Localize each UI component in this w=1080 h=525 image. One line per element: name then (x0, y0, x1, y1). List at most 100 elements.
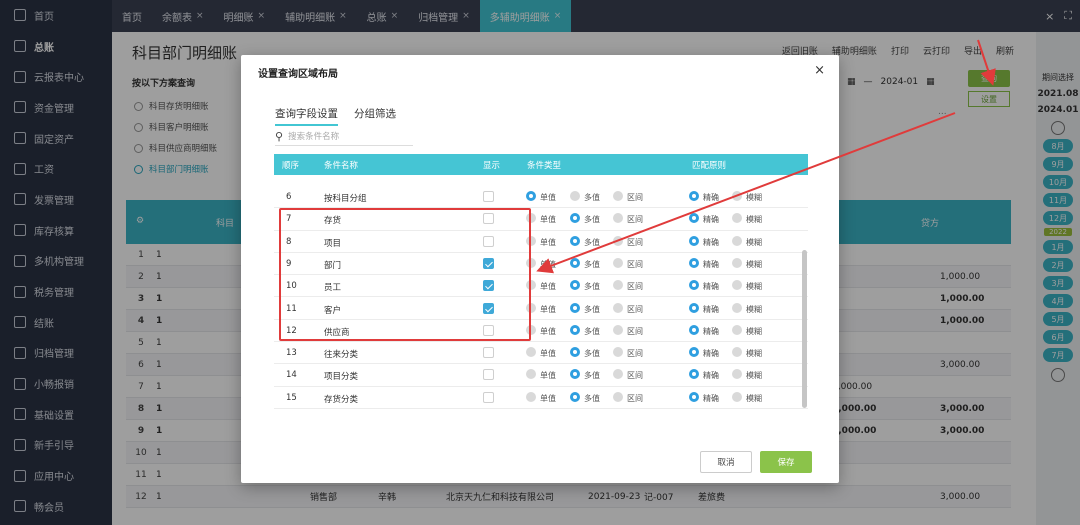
type-multi-label: 多值 (584, 304, 600, 314)
match-exact-label: 精确 (703, 193, 719, 202)
type-range-radio[interactable] (613, 280, 623, 291)
fields-table-header: 顺序 条件名称 显示 条件类型 匹配原则 (274, 154, 808, 175)
match-fuzzy-label: 模糊 (746, 237, 762, 247)
type-single-radio[interactable] (526, 191, 536, 201)
type-range-label: 区间 (627, 193, 643, 202)
type-multi-radio[interactable] (570, 324, 580, 335)
search-icon: ⚲ (275, 129, 284, 143)
show-checkbox[interactable] (483, 347, 494, 359)
type-range-label: 区间 (627, 259, 643, 269)
type-range-radio[interactable] (613, 257, 623, 268)
annotation-highlight-box (279, 208, 531, 341)
search-input[interactable]: ⚲ 搜索条件名称 (275, 127, 413, 146)
type-single-label: 单值 (540, 304, 556, 314)
match-fuzzy-radio[interactable] (732, 391, 742, 402)
type-multi-radio[interactable] (570, 280, 580, 291)
field-order: 13 (286, 348, 297, 359)
match-fuzzy-label: 模糊 (746, 282, 762, 292)
type-multi-label: 多值 (584, 237, 600, 247)
save-button[interactable]: 保存 (760, 451, 812, 473)
type-range-radio[interactable] (613, 191, 623, 201)
match-fuzzy-label: 模糊 (746, 349, 762, 359)
field-name: 项目分类 (324, 372, 359, 383)
match-fuzzy-radio[interactable] (732, 213, 742, 224)
match-exact-radio[interactable] (689, 324, 699, 335)
field-name: 按科目分组 (324, 194, 367, 204)
type-range-radio[interactable] (613, 213, 623, 224)
match-exact-label: 精确 (703, 215, 719, 225)
type-multi-radio[interactable] (570, 302, 580, 313)
tab-query-fields[interactable]: 查询字段设置 (275, 106, 338, 126)
type-range-radio[interactable] (613, 347, 623, 358)
match-exact-radio[interactable] (689, 235, 699, 246)
match-exact-radio[interactable] (689, 257, 699, 268)
type-single-radio[interactable] (526, 369, 536, 380)
match-fuzzy-radio[interactable] (732, 369, 742, 380)
match-fuzzy-radio[interactable] (732, 257, 742, 268)
match-fuzzy-label: 模糊 (746, 215, 762, 225)
type-multi-radio[interactable] (570, 369, 580, 380)
match-fuzzy-radio[interactable] (732, 347, 742, 358)
match-exact-radio[interactable] (689, 302, 699, 313)
type-single-label: 单值 (540, 215, 556, 225)
field-row: 13 往来分类 单值 多值 区间 精确 模糊 (274, 342, 808, 365)
type-single-label: 单值 (540, 259, 556, 269)
match-exact-label: 精确 (703, 282, 719, 292)
field-row: 14 项目分类 单值 多值 区间 精确 模糊 (274, 364, 808, 387)
type-single-label: 单值 (540, 237, 556, 247)
show-checkbox[interactable] (483, 369, 494, 381)
field-order: 14 (286, 370, 297, 381)
match-fuzzy-radio[interactable] (732, 235, 742, 246)
scrollbar[interactable] (802, 250, 807, 408)
type-single-label: 单值 (540, 193, 556, 202)
type-multi-label: 多值 (584, 371, 600, 381)
type-multi-label: 多值 (584, 326, 600, 336)
type-range-label: 区间 (627, 393, 643, 403)
type-multi-label: 多值 (584, 282, 600, 292)
type-multi-label: 多值 (584, 215, 600, 225)
match-exact-radio[interactable] (689, 280, 699, 291)
type-range-label: 区间 (627, 349, 643, 359)
match-exact-label: 精确 (703, 371, 719, 381)
show-checkbox[interactable] (483, 391, 494, 403)
type-multi-radio[interactable] (570, 347, 580, 358)
field-order: 15 (286, 392, 297, 403)
match-exact-radio[interactable] (689, 347, 699, 358)
type-single-label: 单值 (540, 326, 556, 336)
match-exact-radio[interactable] (689, 213, 699, 224)
type-single-radio[interactable] (526, 391, 536, 402)
match-fuzzy-radio[interactable] (732, 324, 742, 335)
match-exact-radio[interactable] (689, 191, 699, 201)
close-icon[interactable]: × (814, 63, 825, 78)
type-multi-radio[interactable] (570, 235, 580, 246)
match-exact-label: 精确 (703, 349, 719, 359)
type-multi-label: 多值 (584, 393, 600, 403)
match-fuzzy-label: 模糊 (746, 393, 762, 403)
field-row: 15 存货分类 单值 多值 区间 精确 模糊 (274, 387, 808, 409)
type-range-radio[interactable] (613, 391, 623, 402)
type-range-label: 区间 (627, 237, 643, 247)
match-exact-label: 精确 (703, 259, 719, 269)
type-multi-radio[interactable] (570, 257, 580, 268)
type-multi-label: 多值 (584, 193, 600, 202)
type-single-radio[interactable] (526, 347, 536, 358)
cancel-button[interactable]: 取消 (700, 451, 752, 473)
type-range-label: 区间 (627, 371, 643, 381)
type-multi-radio[interactable] (570, 213, 580, 224)
match-fuzzy-label: 模糊 (746, 326, 762, 336)
match-fuzzy-radio[interactable] (732, 280, 742, 291)
match-fuzzy-radio[interactable] (732, 191, 742, 201)
type-range-radio[interactable] (613, 324, 623, 335)
type-multi-radio[interactable] (570, 191, 580, 201)
type-range-radio[interactable] (613, 369, 623, 380)
match-exact-label: 精确 (703, 393, 719, 403)
type-range-label: 区间 (627, 304, 643, 314)
match-exact-radio[interactable] (689, 391, 699, 402)
type-multi-radio[interactable] (570, 391, 580, 402)
tab-group-filter[interactable]: 分组筛选 (354, 106, 396, 126)
type-range-radio[interactable] (613, 235, 623, 246)
match-exact-radio[interactable] (689, 369, 699, 380)
show-checkbox[interactable] (483, 191, 494, 202)
type-range-radio[interactable] (613, 302, 623, 313)
match-fuzzy-radio[interactable] (732, 302, 742, 313)
